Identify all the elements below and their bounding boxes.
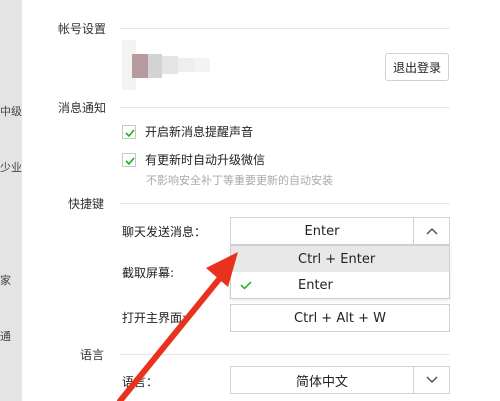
option-label: Enter xyxy=(298,277,333,293)
sidebar-item-4[interactable]: 通 xyxy=(0,328,11,344)
section-title-shortcut: 快捷键 xyxy=(68,197,105,211)
auto-update-label: 有更新时自动升级微信 xyxy=(145,153,266,167)
open-main-field[interactable]: Ctrl + Alt + W xyxy=(230,304,450,332)
dropdown-option-enter[interactable]: Enter xyxy=(231,272,449,298)
sidebar-item-1[interactable]: 中级 xyxy=(0,103,22,119)
send-message-select[interactable]: Enter xyxy=(230,217,450,245)
dropdown-option-ctrl-enter[interactable]: Ctrl + Enter xyxy=(231,246,449,272)
sidebar-item-2[interactable]: 少业 xyxy=(0,159,22,175)
language-select[interactable]: 简体中文 xyxy=(230,366,450,394)
auto-update-checkbox-row[interactable]: 有更新时自动升级微信 xyxy=(122,151,265,168)
divider xyxy=(120,354,450,355)
section-title-notify: 消息通知 xyxy=(58,101,107,115)
check-icon xyxy=(240,281,252,290)
check-icon[interactable] xyxy=(122,124,136,139)
check-icon[interactable] xyxy=(122,152,136,167)
send-message-label: 聊天发送消息： xyxy=(122,225,207,239)
open-main-label: 打开主界面: xyxy=(122,311,187,325)
language-value: 简体中文 xyxy=(295,374,348,390)
auto-update-hint: 不影响安全补丁等重要更新的自动安装 xyxy=(146,174,333,187)
sidebar-strip: 中级 少业 家 通 xyxy=(0,0,22,401)
open-main-value: Ctrl + Alt + W xyxy=(294,310,386,326)
sound-checkbox-row[interactable]: 开启新消息提醒声音 xyxy=(122,123,253,140)
divider xyxy=(120,107,450,108)
language-label: 语言： xyxy=(122,375,159,389)
send-message-value: Enter xyxy=(304,223,340,239)
divider xyxy=(120,28,450,29)
section-title-language: 语言 xyxy=(80,348,105,362)
sound-label: 开启新消息提醒声音 xyxy=(145,125,254,139)
divider xyxy=(120,203,450,204)
logout-button[interactable]: 退出登录 xyxy=(385,53,449,81)
chevron-down-icon[interactable] xyxy=(413,367,449,393)
section-title-account: 帐号设置 xyxy=(58,22,107,36)
option-label: Ctrl + Enter xyxy=(298,251,376,267)
sidebar-item-3[interactable]: 家 xyxy=(0,272,11,288)
avatar xyxy=(116,40,226,92)
chevron-up-icon[interactable] xyxy=(413,218,449,244)
send-message-dropdown: Ctrl + Enter Enter xyxy=(230,245,450,299)
screenshot-label: 截取屏幕: xyxy=(122,266,175,280)
